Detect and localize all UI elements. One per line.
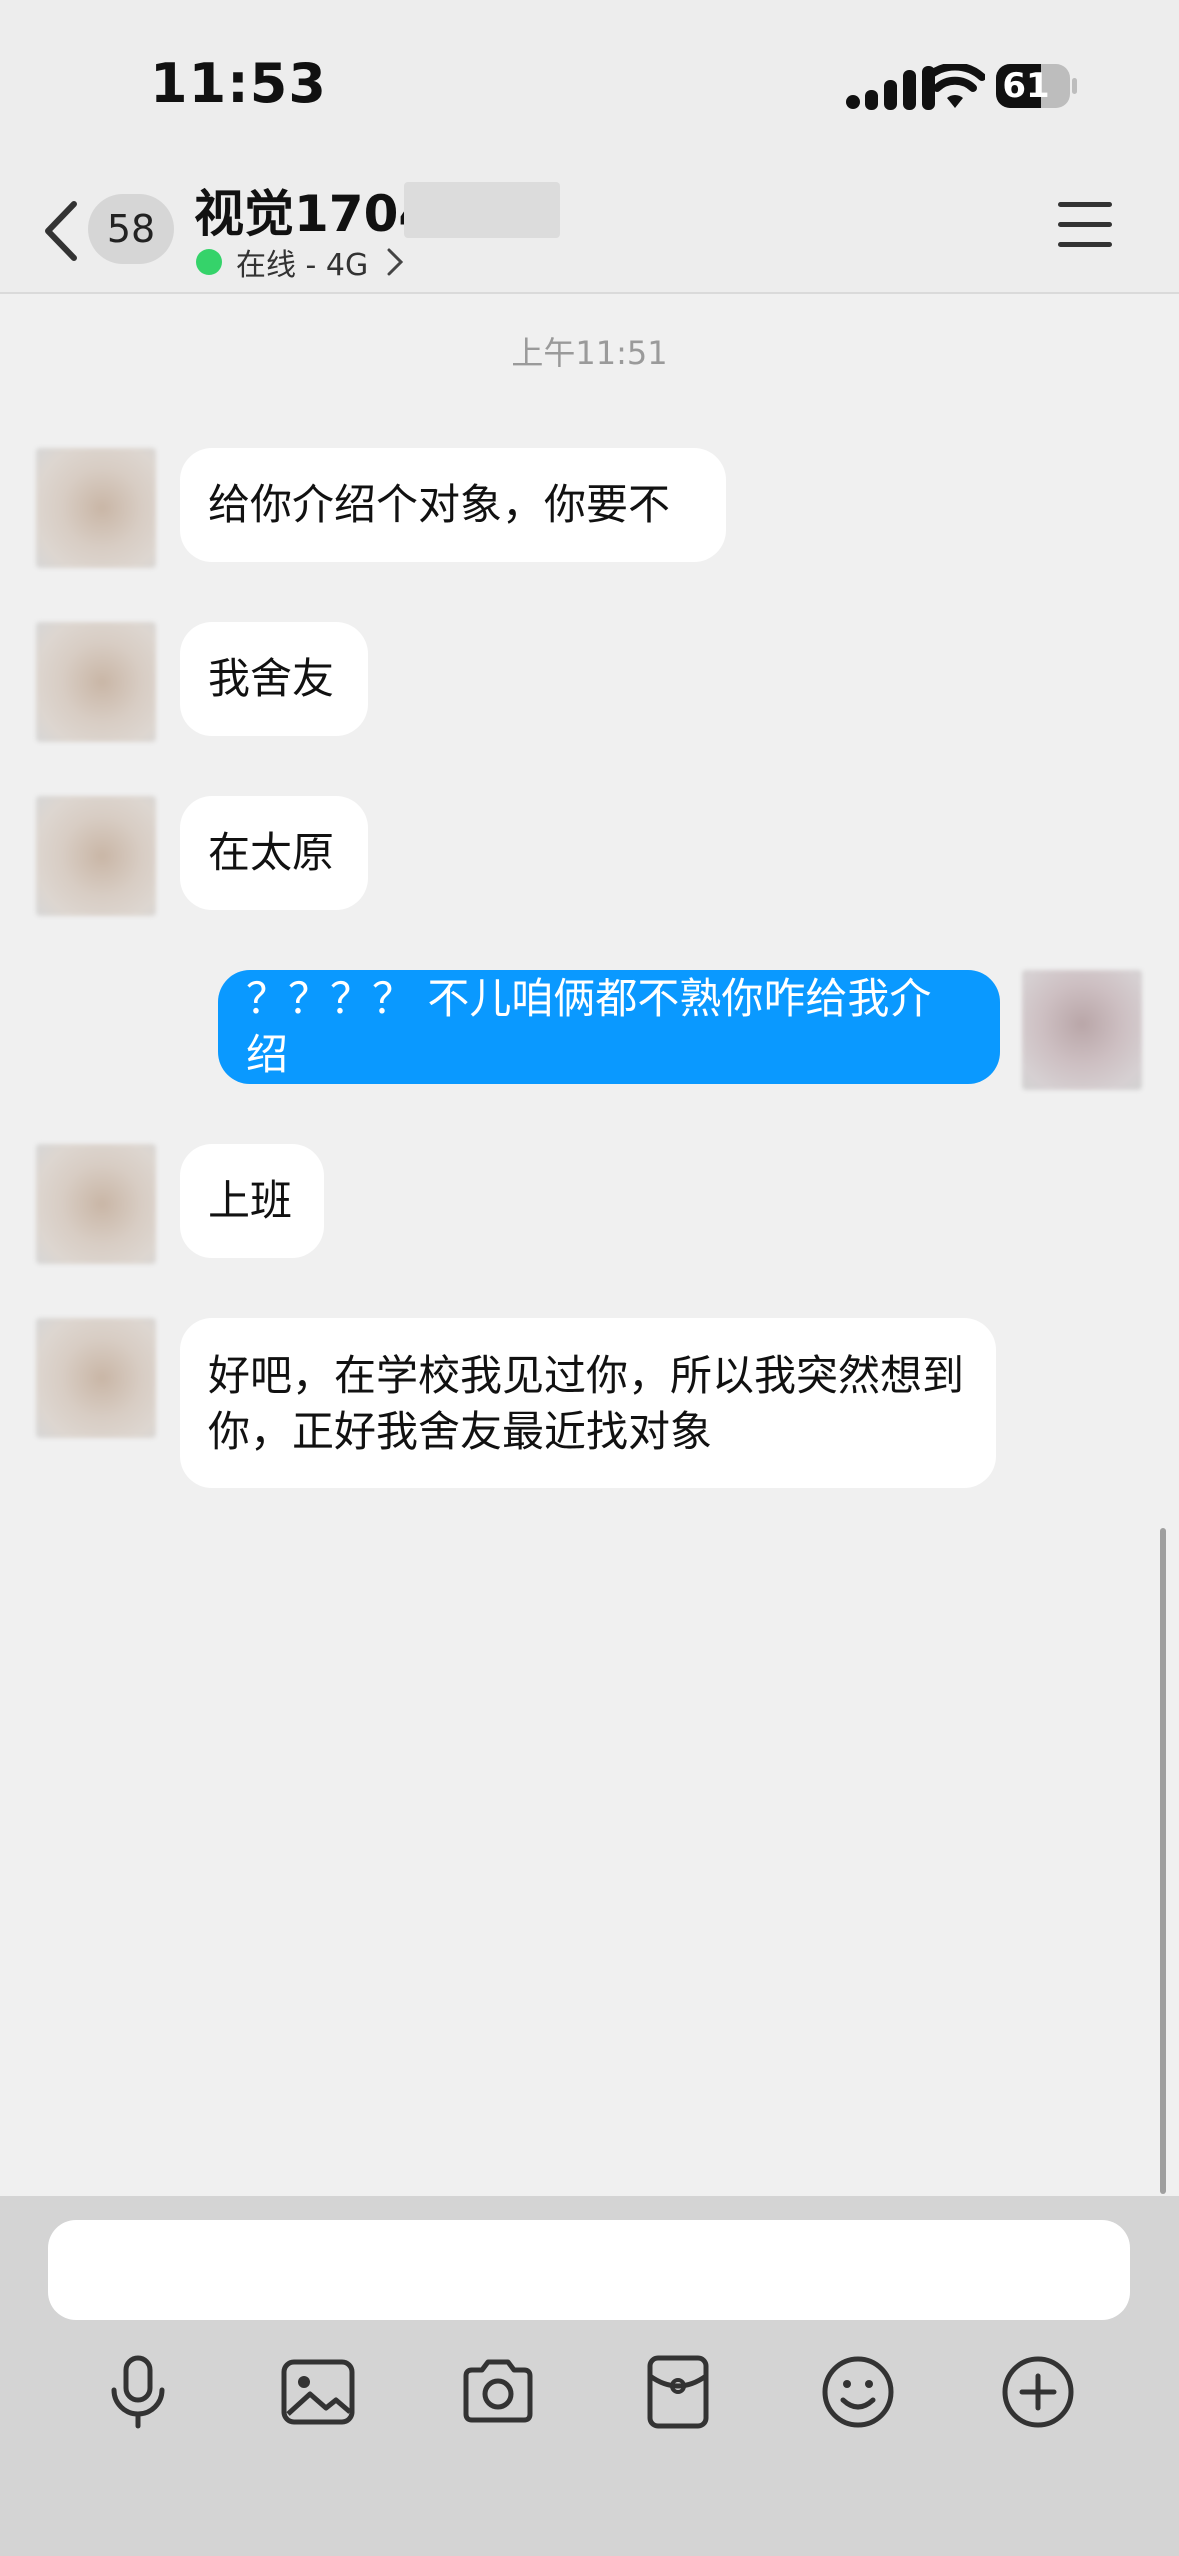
camera-icon[interactable] — [458, 2352, 538, 2432]
chat-header: 58 视觉1704 在线 - 4G — [0, 170, 1179, 294]
contact-avatar[interactable] — [36, 622, 156, 742]
contact-avatar[interactable] — [36, 1318, 156, 1438]
status-time: 11:53 — [150, 52, 327, 115]
redacted-name-block — [404, 182, 560, 238]
chat-scrollbar[interactable] — [1160, 1528, 1166, 2194]
microphone-icon[interactable] — [98, 2352, 178, 2432]
message-bubble[interactable]: 好吧，在学校我见过你，所以我突然想到你，正好我舍友最近找对象 — [180, 1318, 996, 1488]
battery-level-text: 61 — [1002, 66, 1050, 106]
presence-text: 在线 - 4G — [236, 248, 369, 283]
hamburger-menu-icon[interactable] — [1058, 202, 1112, 248]
message-bubble[interactable]: 我舍友 — [180, 622, 368, 736]
emoji-icon[interactable] — [818, 2352, 898, 2432]
contact-avatar[interactable] — [36, 1144, 156, 1264]
message-bubble[interactable]: 上班 — [180, 1144, 324, 1258]
online-dot-icon — [196, 249, 222, 275]
input-area — [0, 2196, 1179, 2556]
plus-icon[interactable] — [998, 2352, 1078, 2432]
status-bar: 11:53 61 — [0, 0, 1179, 170]
red-packet-icon[interactable] — [638, 2352, 718, 2432]
message-timestamp: 上午11:51 — [511, 334, 668, 372]
unread-count-badge[interactable]: 58 — [88, 194, 174, 264]
presence-status[interactable]: 在线 - 4G — [196, 242, 404, 283]
wifi-icon — [925, 64, 985, 108]
my-message-bubble[interactable]: ？？？？ 不儿咱俩都不熟你咋给我介绍 — [218, 970, 1000, 1084]
message-bubble[interactable]: 给你介绍个对象，你要不 — [180, 448, 726, 562]
battery-icon: 61 — [996, 64, 1077, 108]
contact-avatar[interactable] — [36, 448, 156, 568]
message-input[interactable] — [48, 2220, 1130, 2320]
contact-name[interactable]: 视觉1704 — [194, 174, 433, 246]
my-avatar[interactable] — [1022, 970, 1142, 1090]
image-icon[interactable] — [278, 2352, 358, 2432]
message-bubble[interactable]: 在太原 — [180, 796, 368, 910]
signal-icon — [846, 66, 935, 110]
chevron-left-icon[interactable] — [40, 198, 80, 264]
contact-avatar[interactable] — [36, 796, 156, 916]
chevron-right-icon — [387, 248, 404, 276]
